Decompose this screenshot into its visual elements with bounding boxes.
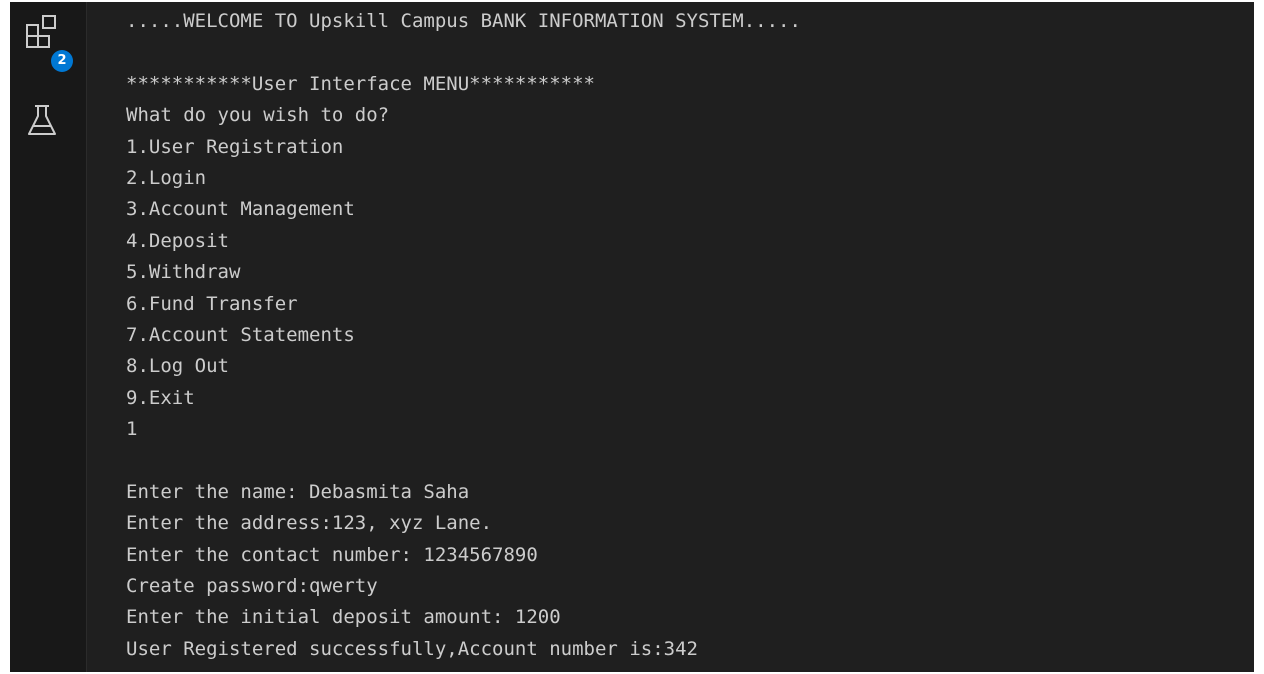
terminal-line-result: User Registered successfully,Account num… [126, 637, 698, 660]
terminal-line-address: Enter the address:123, xyz Lane. [126, 512, 493, 535]
terminal-line-welcome: .....WELCOME TO Upskill Campus BANK INFO… [126, 10, 801, 32]
terminal-line-menu-title: ***********User Interface MENU**********… [126, 72, 595, 95]
terminal-line-deposit: Enter the initial deposit amount: 1200 [126, 606, 561, 629]
terminal-line-option-6: 6.Fund Transfer [126, 292, 298, 315]
terminal-line-option-7: 7.Account Statements [126, 323, 355, 346]
terminal-line-option-1: 1.User Registration [126, 135, 344, 158]
terminal-line-option-9: 9.Exit [126, 386, 195, 409]
terminal-line-option-5: 5.Withdraw [126, 261, 241, 284]
terminal-line-user-choice: 1 [126, 418, 138, 441]
extensions-badge: 2 [51, 50, 73, 72]
terminal-output[interactable]: .....WELCOME TO Upskill Campus BANK INFO… [126, 6, 1236, 666]
terminal-line-option-2: 2.Login [126, 166, 207, 189]
terminal-line-option-4: 4.Deposit [126, 229, 229, 252]
terminal-line-option-3: 3.Account Management [126, 198, 355, 221]
activity-testing[interactable] [22, 100, 62, 140]
flask-icon [28, 105, 56, 135]
terminal-line-name: Enter the name: Debasmita Saha [126, 480, 470, 503]
terminal-line-prompt: What do you wish to do? [126, 104, 390, 127]
activity-extensions[interactable]: 2 [22, 12, 73, 72]
extensions-icon [26, 15, 56, 48]
terminal-line-option-8: 8.Log Out [126, 355, 229, 378]
vscode-window: 2 .....WELCOME TO Upskill Campus BANK IN… [10, 2, 1254, 672]
activity-bar: 2 [10, 2, 87, 672]
terminal-line-password: Create password:qwerty [126, 575, 378, 598]
terminal-line-contact: Enter the contact number: 1234567890 [126, 543, 538, 566]
